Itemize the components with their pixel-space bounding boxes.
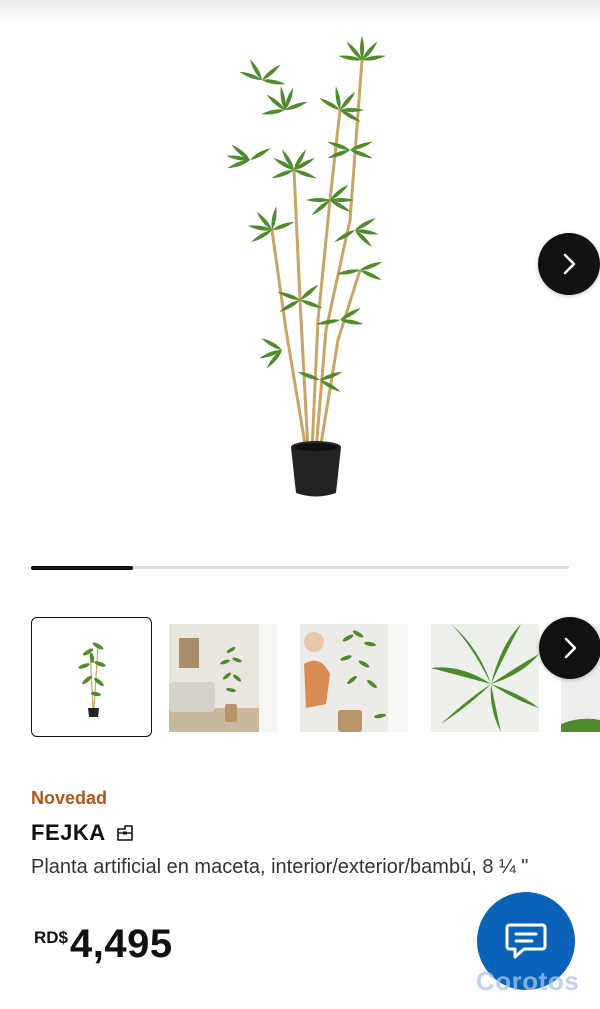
product-main-image[interactable]	[0, 0, 600, 540]
price: RD$ 4,495	[34, 922, 173, 967]
next-thumbnails-button[interactable]	[539, 617, 600, 679]
thumbnail-living-room[interactable]	[169, 624, 277, 732]
gallery-progress-bar	[31, 565, 569, 570]
chat-bubble-icon	[505, 923, 547, 959]
product-name: FEJKA	[31, 820, 106, 845]
thumbnail-product[interactable]	[31, 617, 152, 737]
product-name-row: FEJKA	[31, 820, 134, 846]
price-amount: 4,495	[70, 922, 173, 966]
new-badge: Novedad	[31, 788, 108, 808]
thumbnail-leaf-closeup[interactable]	[431, 624, 539, 732]
product-description: Planta artificial en maceta, interior/ex…	[31, 856, 529, 878]
thumbnail-person-arranging[interactable]	[300, 624, 408, 732]
gallery-progress-fill	[31, 565, 134, 570]
next-image-button[interactable]	[538, 233, 600, 295]
chevron-right-icon	[563, 253, 576, 275]
chevron-right-icon	[564, 637, 577, 659]
watermark: Corotos	[476, 966, 580, 996]
package-icon	[116, 824, 134, 842]
price-currency: RD$	[34, 928, 69, 947]
